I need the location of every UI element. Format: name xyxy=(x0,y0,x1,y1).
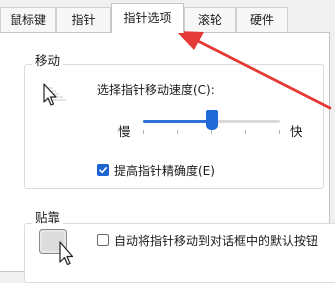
tab-strip: 鼠标键 指针 指针选项 滚轮 硬件 xyxy=(0,0,335,34)
tab-hardware[interactable]: 硬件 xyxy=(236,7,288,32)
pointer-speed-icon xyxy=(43,83,66,106)
tab-label: 鼠标键 xyxy=(9,13,46,27)
tab-label: 硬件 xyxy=(249,13,274,27)
tab-label: 滚轮 xyxy=(197,13,222,27)
checkmark-icon xyxy=(99,167,107,174)
snap-to-default-checkbox[interactable] xyxy=(97,234,109,246)
snap-to-default-label: 自动将指针移动到对话框中的默认按钮 xyxy=(114,234,319,248)
snap-to-legend: 贴靠 xyxy=(32,207,64,226)
motion-legend: 移动 xyxy=(32,50,64,69)
enhance-precision-checkbox[interactable] xyxy=(97,164,109,176)
snap-to-icon xyxy=(39,229,74,266)
slider-tick xyxy=(177,130,178,134)
tab-wheel[interactable]: 滚轮 xyxy=(184,7,236,32)
slider-tick xyxy=(279,130,280,134)
pointer-speed-slider-thumb[interactable] xyxy=(206,110,218,130)
pointer-speed-slider-fill xyxy=(143,120,212,123)
pointer-speed-label: 选择指针移动速度(C): xyxy=(97,83,215,97)
slider-tick xyxy=(143,130,144,134)
fast-label: 快 xyxy=(290,124,303,139)
slider-tick xyxy=(245,130,246,134)
tab-buttons[interactable]: 鼠标键 xyxy=(0,7,56,32)
slider-tick xyxy=(211,130,212,134)
tab-label: 指针 xyxy=(71,13,96,27)
tab-pointer-options[interactable]: 指针选项 xyxy=(111,3,184,33)
enhance-precision-label: 提高指针精确度(E) xyxy=(114,164,215,178)
slow-label: 慢 xyxy=(118,124,131,139)
tab-label: 指针选项 xyxy=(123,11,172,25)
tab-pointers[interactable]: 指针 xyxy=(56,7,111,32)
